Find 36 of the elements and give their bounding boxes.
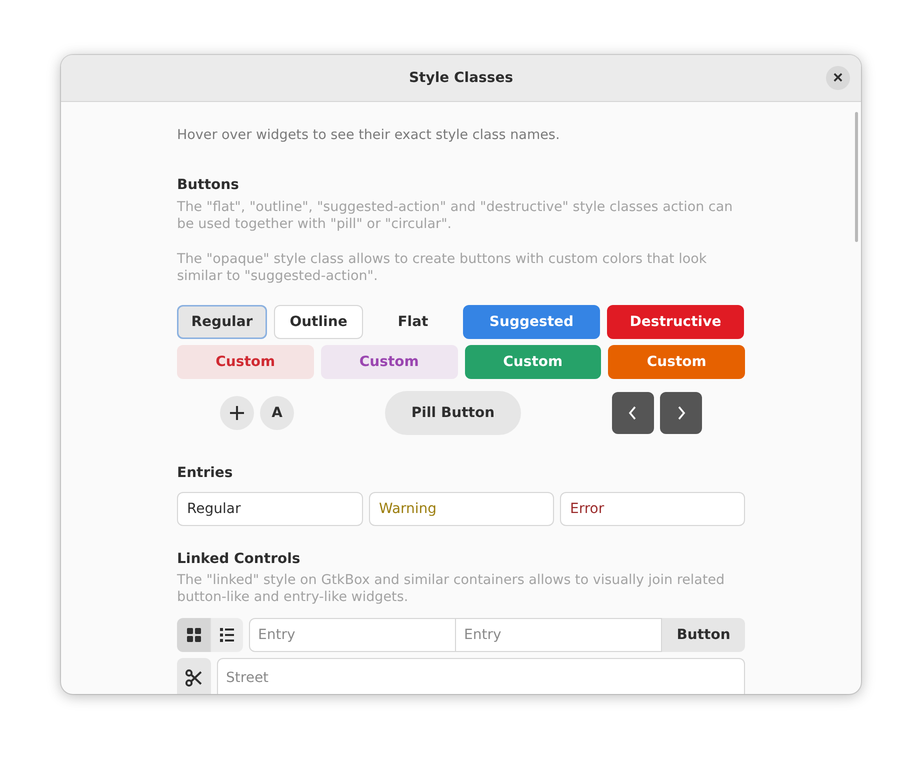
- description-text: The "opaque" style class allows to create buttons with custom colors that look similar to "suggested-action".: [177, 251, 708, 285]
- text-field[interactable]: Entry: [456, 618, 662, 652]
- pill-button[interactable]: Pill Button: [385, 391, 521, 435]
- button[interactable]: Flat: [370, 305, 456, 339]
- list-icon: [220, 628, 234, 642]
- street-field[interactable]: Street: [217, 658, 745, 694]
- custom-button[interactable]: Custom: [177, 345, 314, 379]
- list-view-toggle[interactable]: [210, 618, 243, 652]
- previous-button[interactable]: [612, 392, 654, 434]
- close-button[interactable]: ×: [826, 66, 850, 90]
- window-title: Style Classes: [408, 70, 514, 86]
- section-heading: Buttons: [177, 177, 240, 193]
- scissors-icon: [185, 669, 203, 687]
- button[interactable]: Destructive: [607, 305, 744, 339]
- button[interactable]: Outline: [274, 305, 363, 339]
- button[interactable]: Suggested: [463, 305, 600, 339]
- add-button[interactable]: [220, 396, 254, 430]
- text-field[interactable]: Regular: [177, 492, 363, 526]
- text-field[interactable]: Error: [560, 492, 745, 526]
- grid-view-toggle[interactable]: [177, 618, 210, 652]
- text-field[interactable]: Warning: [369, 492, 554, 526]
- circular-button[interactable]: A: [260, 396, 294, 430]
- button[interactable]: Button: [662, 618, 745, 652]
- cut-button[interactable]: [177, 658, 211, 694]
- scrollbar[interactable]: [855, 112, 858, 242]
- section-heading: Linked Controls: [177, 551, 302, 567]
- intro-text: Hover over widgets to see their exact style class names.: [177, 127, 561, 143]
- next-button[interactable]: [660, 392, 702, 434]
- description-text: The "linked" style on GtkBox and similar containers allows to visually join related button-like and entry-like widgets.: [177, 572, 726, 606]
- plus-icon: [229, 405, 245, 421]
- description-text: The "flat", "outline", "suggested-action" and "destructive" style classes action can be used together with "pill" or "circular".: [177, 199, 734, 233]
- custom-button[interactable]: Custom: [320, 345, 458, 379]
- grid-icon: [186, 628, 200, 642]
- section-heading: Entries: [177, 465, 234, 481]
- button[interactable]: Regular: [177, 305, 267, 339]
- text-field[interactable]: Entry: [249, 618, 456, 652]
